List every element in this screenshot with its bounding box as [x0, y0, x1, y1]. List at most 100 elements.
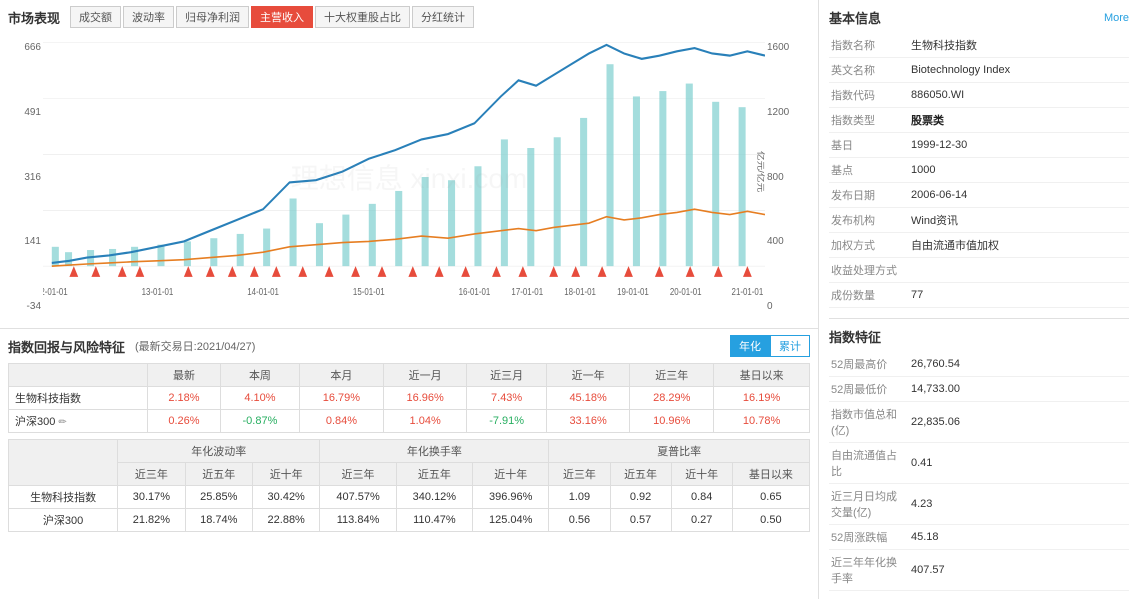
risk-sub-v-10y: 近十年 — [252, 463, 319, 486]
risk-biotech-v10: 30.42% — [252, 486, 319, 509]
cell-csi300-since: 10.78% — [714, 410, 810, 433]
risk-biotech-s5: 0.92 — [610, 486, 671, 509]
col-header-3y: 近三年 — [630, 364, 714, 387]
toggle-btns: 年化 累计 — [730, 335, 810, 357]
cell-biotech-week: 4.10% — [220, 387, 299, 410]
risk-biotech-t10: 396.96% — [473, 486, 549, 509]
risk-row-label-biotech: 生物科技指数 — [9, 486, 118, 509]
risk-csi300-t10: 125.04% — [473, 509, 549, 532]
return-table: 最新 本周 本月 近一月 近三月 近一年 近三年 基日以来 生物科技指数 2.1… — [8, 363, 810, 433]
col-header-1y: 近一年 — [546, 364, 630, 387]
trait-label-52chg: 52周涨跌幅 — [829, 525, 909, 550]
col-header-1m: 近一月 — [383, 364, 467, 387]
risk-col-header-name — [9, 440, 118, 486]
market-header: 市场表现 成交额 波动率 归母净利润 主营收入 十大权重股占比 分红统计 — [8, 6, 810, 28]
info-row-weight: 加权方式 自由流通市值加权 — [829, 233, 1129, 258]
trait-value-mktcap: 22,835.06 — [909, 402, 1129, 443]
trait-value-low: 14,733.00 — [909, 377, 1129, 402]
risk-col-header-volatility: 年化波动率 — [118, 440, 320, 463]
info-label-en: 英文名称 — [829, 58, 909, 83]
tab-chengjiao[interactable]: 成交额 — [70, 6, 121, 28]
y-left-neg34: -34 — [10, 301, 41, 312]
info-label-weight: 加权方式 — [829, 233, 909, 258]
svg-text:21-01-01: 21-01-01 — [732, 286, 764, 297]
info-row-basepoint: 基点 1000 — [829, 158, 1129, 183]
cell-biotech-1m: 16.96% — [383, 387, 467, 410]
risk-csi300-t3: 113.84% — [320, 509, 396, 532]
svg-text:20-01-01: 20-01-01 — [670, 286, 702, 297]
risk-csi300-s10: 0.27 — [671, 509, 732, 532]
trait-row-52chg: 52周涨跌幅 45.18 — [829, 525, 1129, 550]
risk-col-header-sharpe: 夏普比率 — [549, 440, 810, 463]
tab-bodong[interactable]: 波动率 — [123, 6, 174, 28]
risk-csi300-ssince: 0.50 — [732, 509, 809, 532]
info-value-basedate: 1999-12-30 — [909, 133, 1129, 158]
risk-sub-s-since: 基日以来 — [732, 463, 809, 486]
risk-csi300-v5: 18.74% — [185, 509, 252, 532]
info-label-type: 指数类型 — [829, 108, 909, 133]
info-value-type: 股票类 — [909, 108, 1129, 133]
traits-section: 指数特征 52周最高价 26,760.54 52周最低价 14,733.00 指… — [829, 318, 1129, 591]
trait-row-mktcap: 指数市值总和(亿) 22,835.06 — [829, 402, 1129, 443]
traits-title: 指数特征 — [829, 327, 1129, 346]
cell-csi300-month: 0.84% — [300, 410, 384, 433]
row-label-biotech: 生物科技指数 — [9, 387, 148, 410]
tab-guimu[interactable]: 归母净利润 — [176, 6, 249, 28]
trait-label-vol: 近三月日均成交量(亿) — [829, 484, 909, 525]
risk-biotech-ssince: 0.65 — [732, 486, 809, 509]
trait-label-high: 52周最高价 — [829, 352, 909, 377]
trait-value-52chg: 45.18 — [909, 525, 1129, 550]
info-row-name: 指数名称 生物科技指数 — [829, 33, 1129, 58]
y-left-316: 316 — [10, 172, 41, 183]
cell-csi300-3m: -7.91% — [467, 410, 546, 433]
cell-csi300-latest: 0.26% — [148, 410, 221, 433]
chart-area: 理想信息 xinxi.com 666 491 316 141 -34 1600 … — [8, 32, 810, 322]
svg-text:17-01-01: 17-01-01 — [511, 286, 543, 297]
risk-csi300-t5: 110.47% — [396, 509, 472, 532]
col-header-since: 基日以来 — [714, 364, 810, 387]
col-header-latest: 最新 — [148, 364, 221, 387]
risk-sub-t-3y: 近三年 — [320, 463, 396, 486]
toggle-annualized[interactable]: 年化 — [730, 335, 770, 357]
cell-csi300-week: -0.87% — [220, 410, 299, 433]
tab-fenhong[interactable]: 分红统计 — [412, 6, 474, 28]
info-label-basedate: 基日 — [829, 133, 909, 158]
more-link[interactable]: More — [1104, 12, 1129, 24]
risk-csi300-s5: 0.57 — [610, 509, 671, 532]
main-container: 市场表现 成交额 波动率 归母净利润 主营收入 十大权重股占比 分红统计 理想信… — [0, 0, 1139, 599]
cell-csi300-1y: 33.16% — [546, 410, 630, 433]
risk-biotech-v5: 25.85% — [185, 486, 252, 509]
cell-biotech-since: 16.19% — [714, 387, 810, 410]
risk-biotech-t5: 340.12% — [396, 486, 472, 509]
trait-row-low: 52周最低价 14,733.00 — [829, 377, 1129, 402]
tab-zhuyingshouru[interactable]: 主营收入 — [251, 6, 313, 28]
return-title: 指数回报与风险特征 — [8, 337, 125, 356]
y-axis-right: 1600 1200 800 400 0 — [765, 32, 810, 322]
trait-value-high: 26,760.54 — [909, 352, 1129, 377]
info-value-return-method — [909, 258, 1129, 283]
tab-shida[interactable]: 十大权重股占比 — [315, 6, 410, 28]
cell-biotech-month: 16.79% — [300, 387, 384, 410]
risk-sub-t-5y: 近五年 — [396, 463, 472, 486]
trait-label-low: 52周最低价 — [829, 377, 909, 402]
risk-biotech-s10: 0.84 — [671, 486, 732, 509]
toggle-cumulative[interactable]: 累计 — [770, 335, 810, 357]
edit-icon[interactable]: ✏ — [58, 417, 68, 427]
risk-csi300-v3: 21.82% — [118, 509, 185, 532]
risk-row-label-csi300: 沪深300 — [9, 509, 118, 532]
risk-col-header-turnover: 年化换手率 — [320, 440, 549, 463]
col-header-3m: 近三月 — [467, 364, 546, 387]
trait-row-high: 52周最高价 26,760.54 — [829, 352, 1129, 377]
y-right-400: 400 — [767, 236, 808, 247]
cell-biotech-latest: 2.18% — [148, 387, 221, 410]
info-label-pubdate: 发布日期 — [829, 183, 909, 208]
trait-row-vol: 近三月日均成交量(亿) 4.23 — [829, 484, 1129, 525]
info-row-pubdate: 发布日期 2006-06-14 — [829, 183, 1129, 208]
y-right-1600: 1600 — [767, 42, 808, 53]
trait-value-float: 0.41 — [909, 443, 1129, 484]
info-header: 基本信息 More — [829, 8, 1129, 27]
traits-table: 52周最高价 26,760.54 52周最低价 14,733.00 指数市值总和… — [829, 352, 1129, 591]
info-row-publisher: 发布机构 Wind资讯 — [829, 208, 1129, 233]
risk-sub-s-3y: 近三年 — [549, 463, 610, 486]
info-label-name: 指数名称 — [829, 33, 909, 58]
